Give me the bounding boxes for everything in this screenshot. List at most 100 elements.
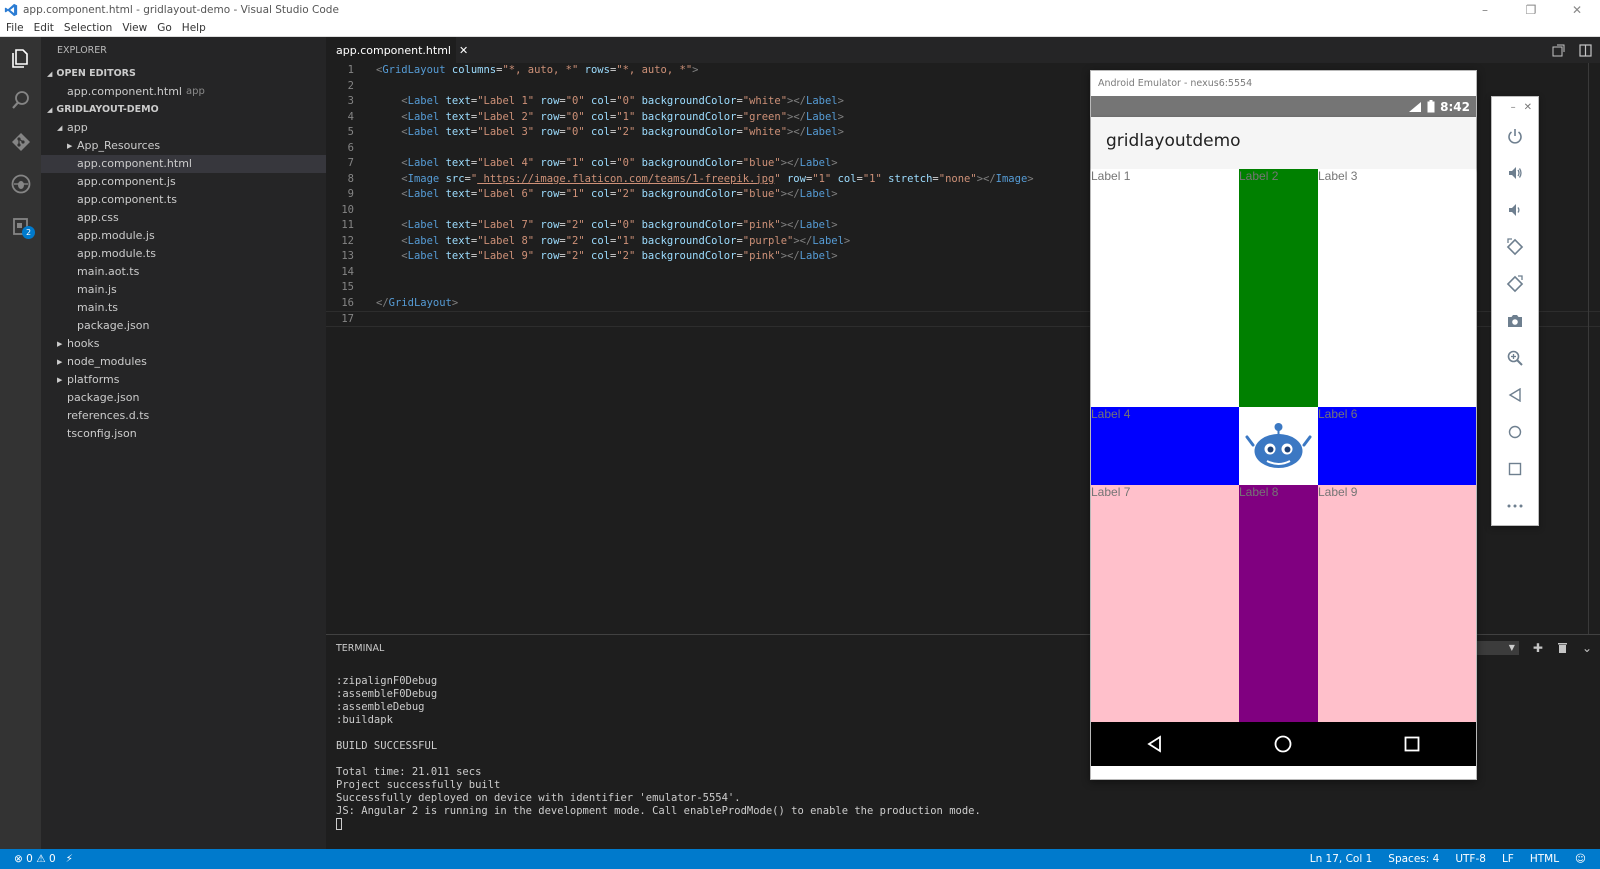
collapse-panel-icon[interactable]: ⌄ <box>1582 641 1592 655</box>
terminal-select[interactable]: ▼ <box>1470 641 1519 655</box>
code-token: Label <box>407 234 440 247</box>
tree-file[interactable]: references.d.ts <box>41 407 326 425</box>
menu-help[interactable]: Help <box>182 22 206 34</box>
open-preview-icon[interactable] <box>1552 44 1565 57</box>
cursor-position[interactable]: Ln 17, Col 1 <box>1310 853 1373 865</box>
tree-folder[interactable]: ▶ platforms <box>41 371 326 389</box>
lightning-icon[interactable]: ⚡ <box>66 853 73 865</box>
back-button[interactable] <box>1492 376 1538 413</box>
close-tab-icon[interactable]: ✕ <box>459 44 468 57</box>
indentation[interactable]: Spaces: 4 <box>1388 853 1439 865</box>
code-token: "Label 6" <box>477 188 535 200</box>
code-token: GridLayout <box>382 64 446 76</box>
nav-overview-icon[interactable] <box>1403 735 1421 753</box>
sidebar-title: EXPLORER <box>57 45 107 56</box>
trash-icon[interactable] <box>1557 642 1568 654</box>
rotate-left-button[interactable] <box>1492 228 1538 265</box>
close-emulator-icon[interactable]: ✕ <box>1524 102 1532 113</box>
language-mode[interactable]: HTML <box>1530 853 1559 865</box>
nav-back-icon[interactable] <box>1146 735 1164 753</box>
code-token: "0" <box>616 219 636 231</box>
tree-file[interactable]: app.component.ts <box>41 191 326 209</box>
terminal-output[interactable]: :zipalignF0Debug:assembleF0Debug:assembl… <box>336 675 981 831</box>
power-button[interactable] <box>1492 117 1538 154</box>
tree-file[interactable]: app.css <box>41 209 326 227</box>
editor-scrollbar[interactable] <box>1588 63 1592 634</box>
tree-folder[interactable]: ◢ app <box>41 119 326 137</box>
tree-folder[interactable]: ▶ node_modules <box>41 353 326 371</box>
code-token: "0" <box>565 95 585 107</box>
problems-indicator[interactable]: ⊗ 0 ⚠ 0 <box>14 853 56 865</box>
terminal-title[interactable]: TERMINAL <box>336 643 384 654</box>
tree-file[interactable]: app.module.js <box>41 227 326 245</box>
grid-label-text: Label 7 <box>1091 485 1131 499</box>
close-window-button[interactable]: ✕ <box>1554 0 1600 19</box>
screenshot-button[interactable] <box>1492 302 1538 339</box>
explorer-sidebar: EXPLORER ◢ OPEN EDITORS app.component.ht… <box>41 37 326 849</box>
smiley-icon[interactable]: ☺ <box>1575 853 1586 865</box>
tree-file[interactable]: package.json <box>41 389 326 407</box>
window-titlebar: app.component.html - gridlayout-demo - V… <box>0 0 1600 19</box>
explorer-activity[interactable] <box>0 37 41 79</box>
tree-file[interactable]: package.json <box>41 317 326 335</box>
volume-down-button[interactable] <box>1492 191 1538 228</box>
overview-icon <box>1508 462 1522 475</box>
tree-folder[interactable]: ▶ hooks <box>41 335 326 353</box>
menu-file[interactable]: File <box>6 22 24 34</box>
code-token: > <box>843 234 851 247</box>
home-button[interactable] <box>1492 413 1538 450</box>
scm-activity[interactable] <box>0 121 41 163</box>
menu-edit[interactable]: Edit <box>34 22 54 34</box>
menu-go[interactable]: Go <box>157 22 172 34</box>
code-token: "Label 9" <box>477 250 535 262</box>
restore-button[interactable]: ❐ <box>1508 0 1554 19</box>
tab-app-component-html[interactable]: app.component.html ✕ <box>326 37 468 63</box>
split-editor-icon[interactable] <box>1579 43 1592 57</box>
project-header[interactable]: ◢ GRIDLAYOUT-DEMO <box>41 101 326 119</box>
debug-activity[interactable] <box>0 163 41 205</box>
tree-file[interactable]: app.component.js <box>41 173 326 191</box>
terminal-line: Total time: 21.011 secs <box>336 766 482 778</box>
line-number: 10 <box>341 203 354 216</box>
tree-file[interactable]: main.aot.ts <box>41 263 326 281</box>
overview-button[interactable] <box>1492 450 1538 487</box>
app-title: gridlayoutdemo <box>1106 131 1241 151</box>
minimize-button[interactable]: – <box>1462 0 1508 19</box>
editor-tab-bar: app.component.html ✕ <box>326 37 1600 63</box>
zoom-button[interactable] <box>1492 339 1538 376</box>
line-number: 2 <box>347 79 354 92</box>
collapse-triangle-icon: ◢ <box>47 70 53 78</box>
code-token: backgroundColor <box>641 110 737 123</box>
code-token: text <box>445 95 471 107</box>
code-token: Label <box>799 219 832 231</box>
terminal-prompt[interactable] <box>336 818 981 831</box>
code-token[interactable]: https://image.flaticon.com/teams/1-freep… <box>477 173 775 185</box>
more-button[interactable] <box>1492 487 1538 524</box>
open-editors-header[interactable]: ◢ OPEN EDITORS <box>41 65 326 83</box>
line-ending[interactable]: LF <box>1502 853 1514 865</box>
search-activity[interactable] <box>0 79 41 121</box>
emulator-toolbar: – ✕ <box>1491 96 1539 526</box>
grid-label-cell: Label 8 <box>1239 485 1318 722</box>
minimize-emulator-icon[interactable]: – <box>1511 102 1516 113</box>
tree-folder[interactable]: ▶ App_Resources <box>41 137 326 155</box>
code-token: row <box>540 250 560 262</box>
tree-file[interactable]: app.module.ts <box>41 245 326 263</box>
tree-file[interactable]: main.js <box>41 281 326 299</box>
menu-selection[interactable]: Selection <box>64 22 112 34</box>
volume-down-icon <box>1509 203 1520 216</box>
code-token: Label <box>407 188 440 200</box>
tree-file[interactable]: app.component.html <box>41 155 326 173</box>
add-terminal-icon[interactable]: ✚ <box>1533 641 1543 655</box>
extensions-activity[interactable]: 2 <box>0 205 41 247</box>
rotate-right-button[interactable] <box>1492 265 1538 302</box>
nav-home-icon[interactable] <box>1273 734 1293 754</box>
encoding[interactable]: UTF-8 <box>1455 853 1486 865</box>
tree-file[interactable]: main.ts <box>41 299 326 317</box>
volume-up-button[interactable] <box>1492 154 1538 191</box>
open-editor-item[interactable]: app.component.html app <box>41 83 326 101</box>
power-icon <box>1508 128 1522 144</box>
tree-file[interactable]: tsconfig.json <box>41 425 326 443</box>
menu-view[interactable]: View <box>122 22 147 34</box>
